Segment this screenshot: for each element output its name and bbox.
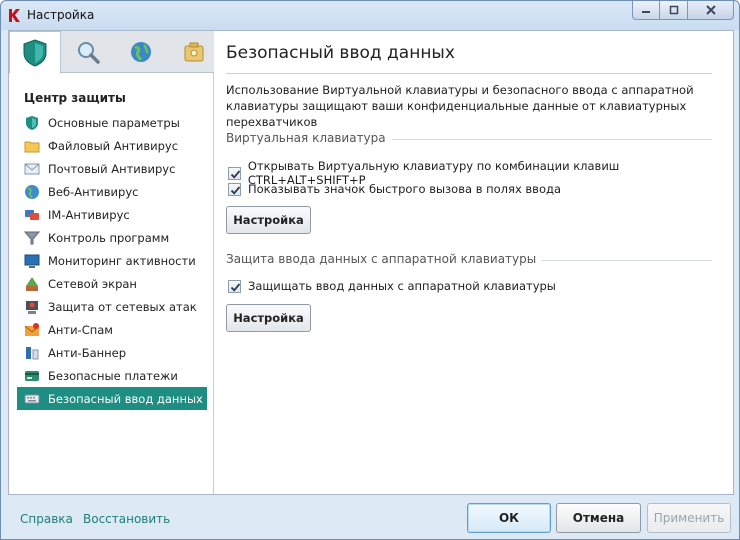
window-controls bbox=[632, 1, 734, 21]
page-description: Использование Виртуальной клавиатуры и б… bbox=[226, 83, 694, 129]
title-bar[interactable]: Настройка bbox=[1, 1, 739, 30]
kaspersky-logo-icon bbox=[9, 9, 20, 22]
title-divider bbox=[226, 73, 712, 74]
apply-button[interactable]: Применить bbox=[647, 503, 731, 533]
folder-icon bbox=[24, 141, 40, 152]
sidebar-item-im-antivirus[interactable]: IM-Антивирус bbox=[17, 203, 207, 226]
sidebar-item-label: IM-Антивирус bbox=[48, 207, 130, 222]
settings-panel: Безопасный ввод данных Использование Вир… bbox=[215, 31, 733, 494]
protect-input-checkbox[interactable] bbox=[228, 279, 241, 293]
shortcut-checkbox[interactable] bbox=[228, 166, 241, 180]
sidebar-item-label: Анти-Спам bbox=[48, 322, 113, 337]
sidebar-item-label: Основные параметры bbox=[48, 115, 180, 130]
filter-icon bbox=[24, 231, 40, 244]
sidebar-item-label: Сетевой экран bbox=[48, 276, 137, 291]
page-title: Безопасный ввод данных bbox=[226, 43, 455, 63]
sidebar-item-antibanner[interactable]: Анти-Баннер bbox=[17, 341, 207, 364]
sidebar-item-file-antivirus[interactable]: Файловый Антивирус bbox=[17, 134, 207, 157]
quick-icon-checkbox[interactable] bbox=[228, 182, 241, 196]
close-button[interactable] bbox=[688, 1, 734, 20]
sidebar-item-firewall[interactable]: Сетевой экран bbox=[17, 272, 207, 295]
safe-box-icon bbox=[184, 42, 204, 62]
minimize-icon bbox=[642, 11, 650, 13]
sidebar-nav: Основные параметры Файловый Антивирус По… bbox=[17, 111, 207, 410]
maximize-icon bbox=[669, 5, 678, 15]
window-title: Настройка bbox=[27, 8, 95, 22]
tab-protection[interactable] bbox=[9, 31, 61, 74]
sidebar-item-web-antivirus[interactable]: Веб-Антивирус bbox=[17, 180, 207, 203]
bottom-bar: Справка Восстановить ОК Отмена Применить bbox=[1, 496, 739, 540]
sidebar-item-secure-input[interactable]: Безопасный ввод данных bbox=[17, 387, 207, 410]
category-tabs bbox=[9, 31, 214, 74]
keyboard-icon bbox=[24, 394, 40, 403]
sidebar-item-mail-antivirus[interactable]: Почтовый Антивирус bbox=[17, 157, 207, 180]
ok-button[interactable]: ОК bbox=[467, 503, 551, 533]
sidebar-item-label: Защита от сетевых атак bbox=[48, 299, 197, 314]
sidebar-item-activity-monitor[interactable]: Мониторинг активности bbox=[17, 249, 207, 272]
sidebar-item-general[interactable]: Основные параметры bbox=[17, 111, 207, 134]
protect-input-option[interactable]: Защищать ввод данных с аппаратной клавиа… bbox=[228, 279, 556, 293]
tab-scan[interactable] bbox=[62, 31, 114, 73]
tab-tools[interactable] bbox=[168, 31, 220, 73]
client-area: Центр защиты Основные параметры Файловый… bbox=[8, 30, 734, 495]
cancel-button[interactable]: Отмена bbox=[556, 503, 641, 533]
magnifier-icon bbox=[78, 42, 100, 64]
tab-update[interactable] bbox=[115, 31, 167, 73]
envelope-icon bbox=[24, 163, 40, 174]
sidebar-item-safe-payments[interactable]: Безопасные платежи bbox=[17, 364, 207, 387]
shield-icon bbox=[23, 38, 47, 67]
left-panel: Центр защиты Основные параметры Файловый… bbox=[9, 31, 214, 494]
sidebar-item-label: Мониторинг активности bbox=[48, 253, 196, 268]
sidebar-item-label: Анти-Баннер bbox=[48, 345, 127, 360]
protect-input-option-label: Защищать ввод данных с аппаратной клавиа… bbox=[248, 279, 556, 293]
globe-icon bbox=[25, 184, 39, 199]
restore-link[interactable]: Восстановить bbox=[83, 512, 170, 526]
payment-card-icon bbox=[25, 370, 39, 381]
sidebar-item-app-control[interactable]: Контроль программ bbox=[17, 226, 207, 249]
quick-icon-option[interactable]: Показывать значок быстрого вызова в поля… bbox=[228, 182, 561, 196]
chat-icon bbox=[25, 209, 39, 220]
hardware-keyboard-group-label: Защита ввода данных с аппаратной клавиат… bbox=[226, 252, 543, 266]
sidebar-item-label: Безопасный ввод данных bbox=[48, 391, 203, 406]
shield-small-icon bbox=[26, 115, 38, 130]
check-icon bbox=[230, 169, 241, 179]
network-attack-icon bbox=[26, 300, 38, 314]
check-icon bbox=[230, 185, 241, 195]
antibanner-icon bbox=[26, 346, 39, 359]
sidebar-item-network-attack[interactable]: Защита от сетевых атак bbox=[17, 295, 207, 318]
sidebar-item-label: Веб-Антивирус bbox=[48, 184, 139, 199]
close-icon bbox=[705, 5, 716, 15]
sidebar-item-label: Контроль программ bbox=[48, 230, 170, 245]
firewall-icon bbox=[26, 276, 38, 291]
sidebar-item-label: Безопасные платежи bbox=[48, 368, 178, 383]
antispam-icon bbox=[24, 322, 40, 336]
help-link[interactable]: Справка bbox=[20, 512, 73, 526]
monitor-icon bbox=[24, 254, 40, 268]
sidebar-item-label: Файловый Антивирус bbox=[48, 138, 179, 153]
sidebar-item-label: Почтовый Антивирус bbox=[48, 161, 176, 176]
sidebar-item-antispam[interactable]: Анти-Спам bbox=[17, 318, 207, 341]
globe-update-icon bbox=[131, 42, 151, 62]
settings-window: Настройка Центр защиты Основные параметр… bbox=[0, 0, 740, 540]
virtual-keyboard-settings-button[interactable]: Настройка bbox=[226, 206, 311, 234]
check-icon bbox=[230, 282, 241, 292]
quick-icon-option-label: Показывать значок быстрого вызова в поля… bbox=[248, 182, 561, 196]
hardware-keyboard-settings-button[interactable]: Настройка bbox=[226, 304, 311, 332]
virtual-keyboard-group-label: Виртуальная клавиатура bbox=[226, 131, 392, 145]
minimize-button[interactable] bbox=[632, 1, 660, 20]
maximize-button[interactable] bbox=[660, 1, 688, 20]
sidebar-section-title: Центр защиты bbox=[24, 91, 126, 105]
